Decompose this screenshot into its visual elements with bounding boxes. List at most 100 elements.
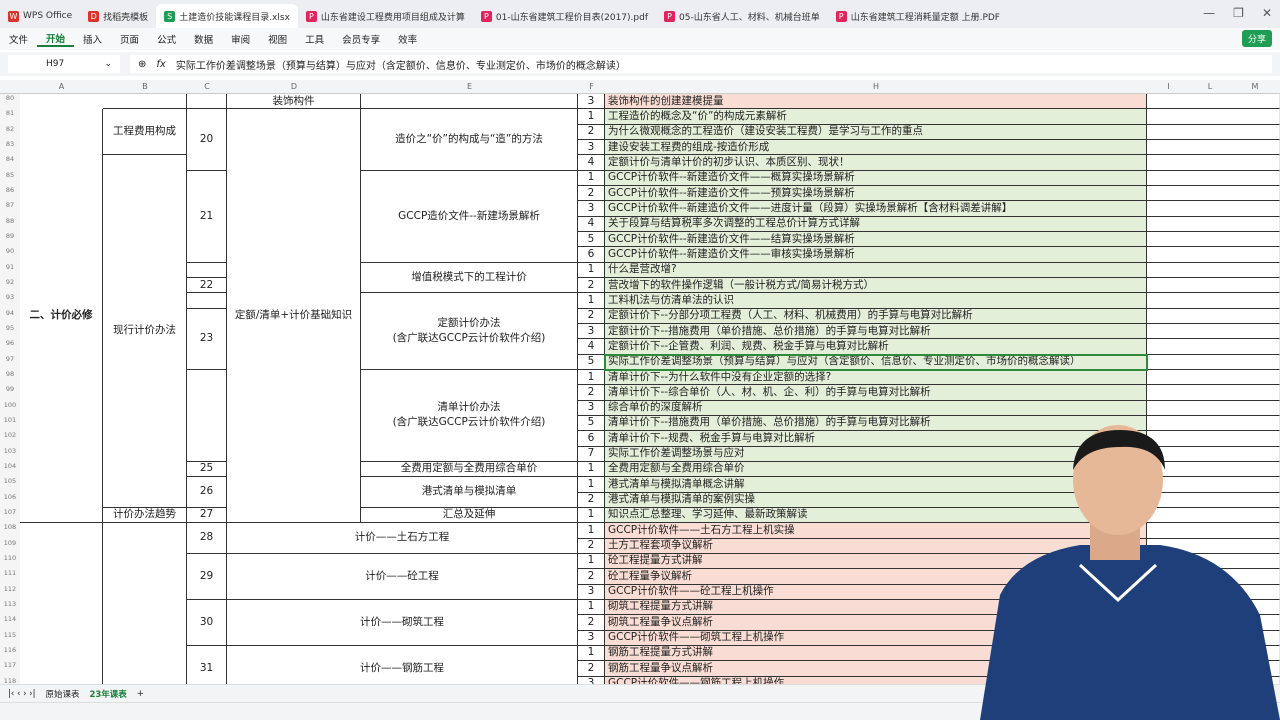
lesson-number[interactable]: 5 [578, 354, 605, 370]
lesson-number[interactable]: 1 [578, 553, 605, 570]
tab-0[interactable]: W WPS Office [0, 4, 80, 28]
menu-item[interactable]: 工具 [296, 32, 333, 46]
merged-cell-DE[interactable]: 计价——钢筋工程 [227, 645, 578, 684]
row-header[interactable]: 84 [0, 155, 20, 171]
lesson-number[interactable]: 1 [578, 109, 605, 125]
empty-cell[interactable] [1147, 354, 1280, 370]
row-header[interactable]: 83 [0, 139, 20, 156]
row-header[interactable]: 80 [0, 94, 20, 110]
row-header[interactable]: 107 [0, 507, 20, 524]
lesson-number[interactable]: 1 [578, 507, 605, 524]
row-header[interactable]: 97 [0, 354, 20, 370]
merged-cell-A[interactable] [20, 523, 103, 684]
lesson-number[interactable]: 2 [578, 538, 605, 554]
lesson-number[interactable]: 2 [578, 185, 605, 202]
lesson-number[interactable]: 3 [578, 139, 605, 156]
row-header[interactable]: 118 [0, 676, 20, 684]
lesson-number[interactable]: 1 [578, 262, 605, 278]
row-header[interactable]: 90 [0, 247, 20, 263]
empty-cell[interactable] [1147, 553, 1280, 570]
column-header[interactable]: H [605, 82, 1147, 91]
lesson-number[interactable]: 4 [578, 339, 605, 355]
row-header[interactable]: 93 [0, 293, 20, 309]
tab-5[interactable]: P 05-山东省人工、材料、机械台班单 [656, 4, 828, 28]
lesson-title[interactable]: GCCP计价软件——钢筋工程上机操作 [605, 676, 1147, 684]
lesson-number[interactable]: 2 [578, 661, 605, 677]
row-header[interactable]: 87 [0, 201, 20, 217]
lesson-title[interactable]: GCCP计价软件--新建造价文件——结算实操场景解析 [605, 231, 1147, 248]
column-header[interactable]: A [20, 82, 103, 91]
lesson-number[interactable]: 2 [578, 615, 605, 631]
row-header[interactable]: 101 [0, 415, 20, 432]
lesson-title[interactable]: 为什么微观概念的工程造价（建设安装工程费）是学习与工作的重点 [605, 124, 1147, 140]
lesson-title[interactable]: 工程造价的概念及“价”的构成元素解析 [605, 109, 1147, 125]
merged-cell-E[interactable]: 汇总及延伸 [361, 507, 578, 524]
empty-cell[interactable] [1147, 170, 1280, 186]
empty-cell[interactable] [1147, 630, 1280, 646]
merged-cell-DE[interactable]: 计价——砼工程 [227, 553, 578, 600]
empty-cell[interactable] [1147, 584, 1280, 600]
merged-cell-E[interactable] [361, 94, 578, 110]
lesson-number[interactable]: 3 [578, 676, 605, 684]
empty-cell[interactable] [1147, 247, 1280, 263]
lesson-number[interactable]: 4 [578, 155, 605, 171]
name-box[interactable]: H97 ⌄ [8, 55, 120, 73]
merged-cell-E[interactable]: 全费用定额与全费用综合单价 [361, 461, 578, 478]
merged-cell-B[interactable]: 计价办法趋势 [103, 507, 187, 524]
empty-cell[interactable] [1147, 201, 1280, 217]
lesson-number[interactable]: 6 [578, 431, 605, 447]
lesson-title[interactable]: 钢筋工程量争议点解析 [605, 661, 1147, 677]
row-header[interactable]: 98 [0, 369, 20, 386]
merged-cell-D[interactable]: 装饰构件 [227, 94, 361, 110]
tab-1[interactable]: D 找稻壳模板 [80, 4, 156, 28]
lesson-number[interactable]: 1 [578, 599, 605, 616]
empty-cell[interactable] [1147, 431, 1280, 447]
column-header[interactable]: E [361, 82, 578, 91]
merged-cell-C[interactable] [187, 293, 227, 309]
lesson-title[interactable]: GCCP计价软件——砼工程上机操作 [605, 584, 1147, 600]
empty-cell[interactable] [1147, 661, 1280, 677]
row-header[interactable]: 105 [0, 477, 20, 493]
column-header[interactable]: D [227, 82, 361, 91]
row-header[interactable]: 110 [0, 553, 20, 570]
lesson-number[interactable]: 1 [578, 170, 605, 186]
lesson-number[interactable]: 4 [578, 216, 605, 232]
merged-cell-C[interactable] [187, 94, 227, 110]
empty-cell[interactable] [1147, 339, 1280, 355]
lesson-number[interactable]: 1 [578, 645, 605, 662]
lesson-number[interactable]: 3 [578, 400, 605, 416]
empty-cell[interactable] [1147, 569, 1280, 585]
empty-cell[interactable] [1147, 139, 1280, 156]
merged-cell-C[interactable] [187, 369, 227, 462]
row-header[interactable]: 108 [0, 523, 20, 539]
empty-cell[interactable] [1147, 676, 1280, 684]
row-header[interactable]: 82 [0, 124, 20, 140]
lesson-title[interactable]: 营改增下的软件操作逻辑（一般计税方式/简易计税方式） [605, 277, 1147, 294]
lesson-title[interactable]: 清单计价下--措施费用（单价措施、总价措施）的手算与电算对比解析 [605, 415, 1147, 432]
row-header[interactable]: 100 [0, 400, 20, 416]
empty-cell[interactable] [1147, 216, 1280, 232]
merged-cell-E[interactable]: 定额计价办法 (含广联达GCCP云计价软件介绍) [361, 293, 578, 370]
row-header[interactable]: 85 [0, 170, 20, 186]
lesson-number[interactable]: 2 [578, 492, 605, 508]
merged-cell-E[interactable]: 清单计价办法 (含广联达GCCP云计价软件介绍) [361, 369, 578, 462]
lesson-title[interactable]: 装饰构件的创建建模提量 [605, 94, 1147, 110]
lesson-number[interactable]: 5 [578, 231, 605, 248]
column-header[interactable]: M [1230, 82, 1280, 91]
row-header[interactable]: 116 [0, 645, 20, 662]
tab-6[interactable]: P 山东省建筑工程消耗量定额 上册.PDF [828, 4, 1008, 28]
empty-cell[interactable] [1147, 185, 1280, 202]
lesson-title[interactable]: 港式清单与模拟清单概念讲解 [605, 477, 1147, 493]
column-header[interactable]: L [1190, 82, 1230, 91]
lesson-title[interactable]: 定额计价下--措施费用（单价措施、总价措施）的手算与电算对比解析 [605, 323, 1147, 340]
lesson-number[interactable]: 2 [578, 124, 605, 140]
empty-cell[interactable] [1147, 415, 1280, 432]
merged-cell-C[interactable]: 25 [187, 461, 227, 478]
lesson-number[interactable]: 3 [578, 584, 605, 600]
menu-item[interactable]: 审阅 [222, 32, 259, 46]
row-header[interactable]: 109 [0, 538, 20, 554]
merged-cell-E[interactable]: 增值税模式下的工程计价 [361, 262, 578, 294]
add-sheet-icon[interactable]: + [137, 689, 144, 699]
menu-item[interactable]: 会员专享 [333, 32, 389, 46]
lesson-title[interactable]: 定额计价下--分部分项工程费（人工、材料、机械费用）的手算与电算对比解析 [605, 308, 1147, 324]
